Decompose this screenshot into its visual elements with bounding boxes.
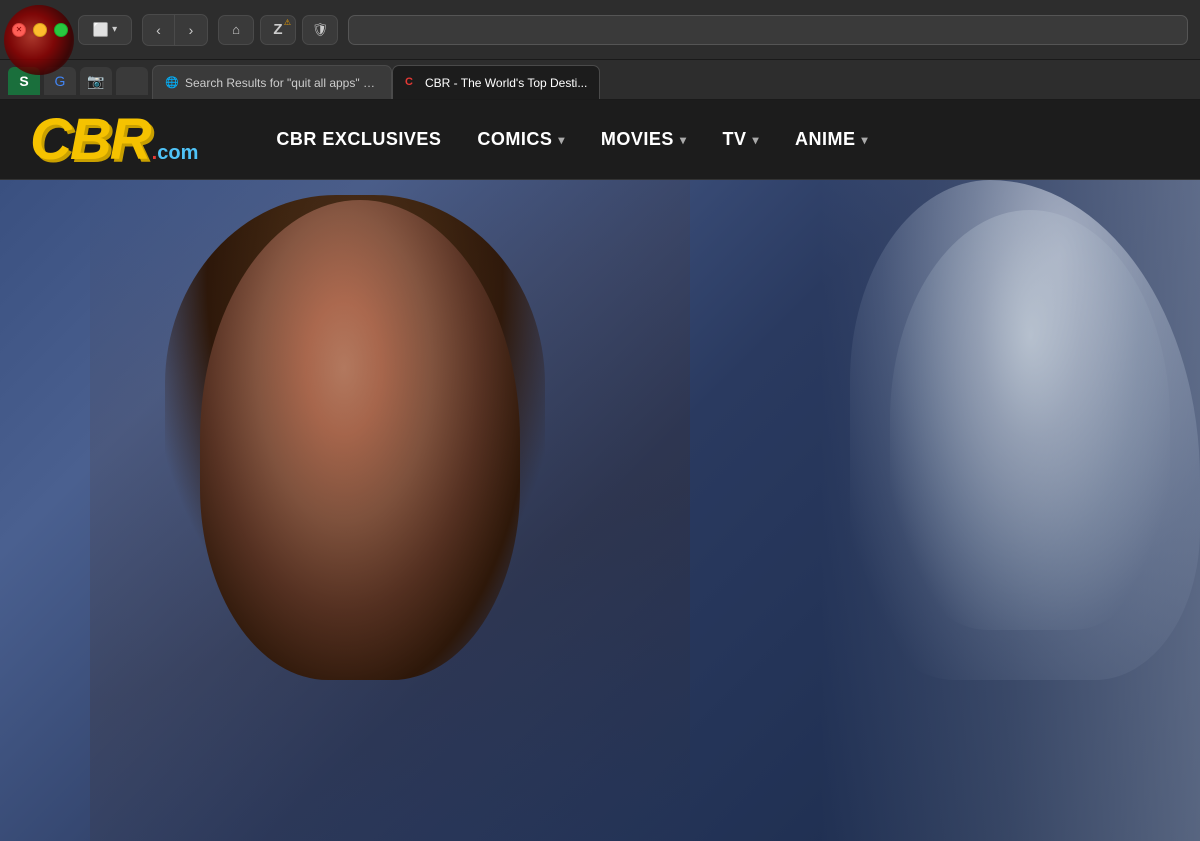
chevron-down-icon: ▾	[112, 24, 117, 35]
nav-item-anime[interactable]: ANIME ▾	[777, 100, 886, 180]
address-bar[interactable]	[348, 15, 1188, 45]
tab-cbr[interactable]: C CBR - The World's Top Desti...	[392, 65, 600, 99]
zotero-button[interactable]: Z ⚠	[260, 15, 296, 45]
tab-apple-search-favicon: 🌐	[165, 76, 179, 90]
d-logo-decoration	[4, 5, 74, 75]
nav-item-tv[interactable]: TV ▾	[704, 100, 777, 180]
sidebar-icon: ⬜	[93, 22, 109, 38]
maximize-button[interactable]	[54, 23, 68, 37]
cbr-com-text: com	[157, 142, 198, 164]
shield-icon: 🛡	[312, 22, 329, 38]
nav-menu: CBR EXCLUSIVES COMICS ▾ MOVIES ▾ TV ▾ AN…	[258, 100, 886, 180]
website-content: CBR .com CBR EXCLUSIVES COMICS ▾ MOVIES …	[0, 100, 1200, 841]
site-navigation: CBR .com CBR EXCLUSIVES COMICS ▾ MOVIES …	[0, 100, 1200, 180]
nav-movies-label: MOVIES	[601, 129, 674, 150]
nav-tv-chevron: ▾	[752, 133, 759, 147]
sidebar-toggle-button[interactable]: ⬜ ▾	[78, 15, 132, 45]
nav-movies-chevron: ▾	[680, 133, 687, 147]
cbr-logo-link[interactable]: CBR .com	[30, 111, 198, 169]
cbr-logo-dotcom: .com	[152, 143, 199, 163]
browser-titlebar: ⬜ ▾ ‹ › ⌂ Z ⚠ 🛡	[0, 0, 1200, 60]
nav-comics-label: COMICS	[477, 129, 552, 150]
tab-apple-search-title: Search Results for "quit all apps" – App…	[185, 76, 379, 90]
nav-item-comics[interactable]: COMICS ▾	[459, 100, 583, 180]
back-button[interactable]: ‹	[143, 15, 175, 45]
tab-apple-favicon[interactable]	[116, 67, 148, 95]
nav-anime-label: ANIME	[795, 129, 856, 150]
nav-tv-label: TV	[722, 129, 746, 150]
minimize-button[interactable]	[33, 23, 47, 37]
tab-bar: S G 📷 🌐 Search Results for "quit all app…	[0, 60, 1200, 100]
nav-comics-chevron: ▾	[558, 133, 565, 147]
nav-exclusives-label: CBR EXCLUSIVES	[276, 129, 441, 150]
home-icon: ⌂	[232, 22, 240, 37]
shield-button[interactable]: 🛡	[302, 15, 338, 45]
cbr-logo-letters: CBR	[30, 111, 150, 169]
nav-item-exclusives[interactable]: CBR EXCLUSIVES	[258, 100, 459, 180]
nav-anime-chevron: ▾	[862, 133, 869, 147]
nav-icons-group: ⌂ Z ⚠ 🛡	[218, 15, 338, 45]
hero-face-right	[890, 210, 1170, 630]
forward-button[interactable]: ›	[175, 15, 207, 45]
home-button[interactable]: ⌂	[218, 15, 254, 45]
zotero-icon: Z	[273, 21, 282, 38]
nav-back-forward-group: ‹ ›	[142, 14, 208, 46]
tab-apple-search[interactable]: 🌐 Search Results for "quit all apps" – A…	[152, 65, 392, 99]
close-button[interactable]	[12, 23, 26, 37]
tab-ig-favicon[interactable]: 📷	[80, 67, 112, 95]
hero-person-left	[90, 180, 690, 841]
tab-cbr-title: CBR - The World's Top Desti...	[425, 76, 587, 90]
nav-item-movies[interactable]: MOVIES ▾	[583, 100, 705, 180]
tab-cbr-favicon: C	[405, 76, 419, 90]
hero-section	[0, 180, 1200, 841]
traffic-lights	[12, 23, 68, 37]
zotero-badge: ⚠	[284, 18, 291, 27]
